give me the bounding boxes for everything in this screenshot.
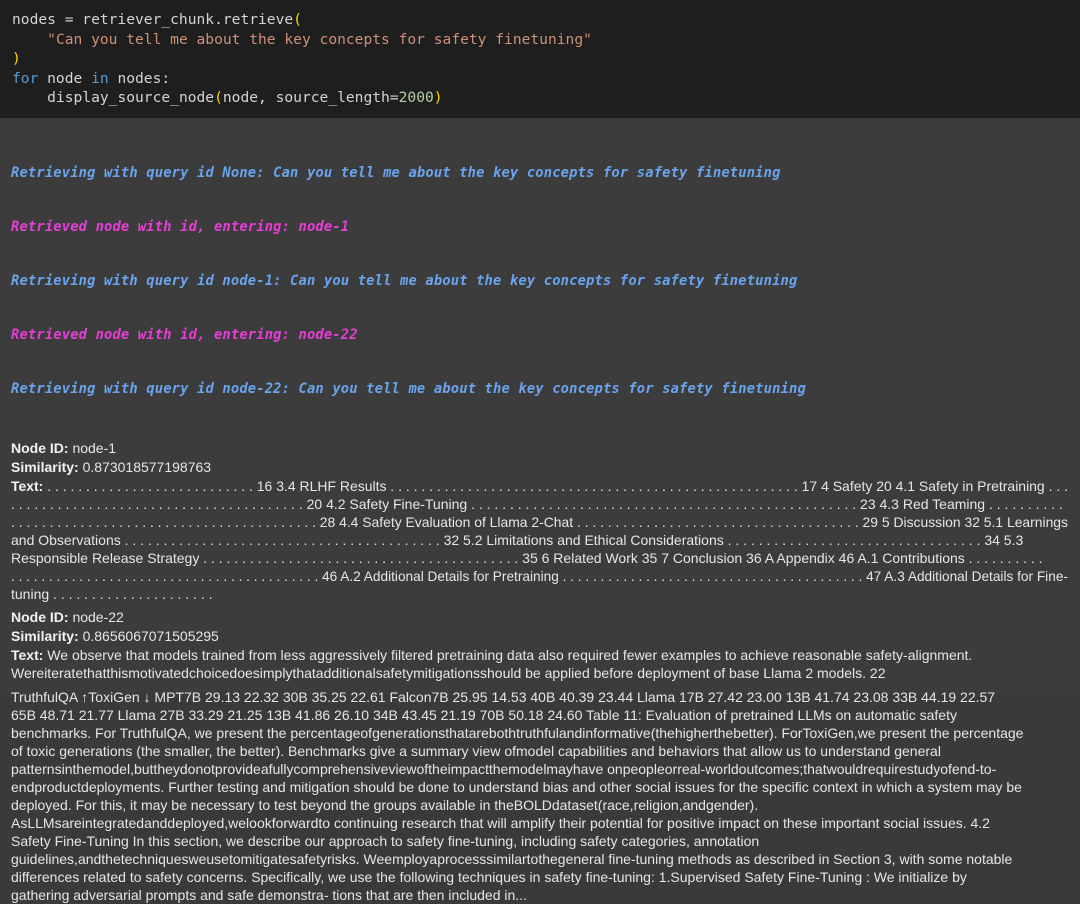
text-line: gathering adversarial prompts and safe d… xyxy=(11,887,527,903)
text-line: and Observations . . . . . . . . . . . .… xyxy=(11,532,1024,548)
text-label: Text: xyxy=(11,647,44,663)
similarity-row: Similarity: 0.8656067071505295 xyxy=(11,627,219,646)
source-node-22: Node ID: node-22 Similarity: 0.865606707… xyxy=(11,608,1068,904)
text-line: of toxic generations (the smaller, the b… xyxy=(11,743,941,759)
code-line-1: nodes = retriever_chunk.retrieve( xyxy=(12,11,302,28)
log-line: Retrieved node with id, entering: node-1 xyxy=(11,219,350,235)
node-id-value: node-22 xyxy=(68,609,124,625)
text-line: deployed. For this, it may be necessary … xyxy=(11,797,759,813)
text-line: 65B 48.71 21.77 Llama 27B 33.29 21.25 13… xyxy=(11,707,957,723)
text-line: Wereiteratethatthismotivatedchoicedoesim… xyxy=(11,665,886,681)
text-line: TruthfulQA ↑ToxiGen ↓ MPT7B 29.13 22.32 … xyxy=(11,689,996,705)
similarity-row: Similarity: 0.873018577198763 xyxy=(11,458,211,477)
log-line: Retrieving with query id node-1: Can you… xyxy=(11,273,798,289)
code-line-5: display_source_node(node, source_length=… xyxy=(47,89,443,106)
text-line: guidelines,andthetechniquesweusetomitiga… xyxy=(11,851,1013,867)
code-line-4: for node in nodes: xyxy=(12,69,171,87)
node-id-label: Node ID: xyxy=(11,609,69,625)
text-line: differences related to safety concerns. … xyxy=(11,869,967,885)
source-node-1: Node ID: node-1 Similarity: 0.8730185771… xyxy=(11,439,1068,603)
text-line: Responsible Release Strategy . . . . . .… xyxy=(11,550,1043,566)
text-line: . . . . . . . . . . . . . . . . . . . . … xyxy=(11,568,1068,584)
text-line: benchmarks. For TruthfulQA, we present t… xyxy=(11,725,1024,741)
text-line: Text: We observe that models trained fro… xyxy=(11,647,973,663)
similarity-value: 0.873018577198763 xyxy=(78,459,212,475)
retrieval-log: Retrieving with query id None: Can you t… xyxy=(11,128,1068,434)
text-line: tuning . . . . . . . . . . . . . . . . .… xyxy=(11,586,213,602)
similarity-value: 0.8656067071505295 xyxy=(78,628,219,644)
text-line: . . . . . . . . . . . . . . . . . . . . … xyxy=(11,514,1068,530)
cell-output: Retrieving with query id None: Can you t… xyxy=(0,118,1080,903)
log-line: Retrieving with query id None: Can you t… xyxy=(11,165,781,181)
code-cell[interactable]: nodes = retriever_chunk.retrieve( "Can y… xyxy=(0,0,1080,118)
similarity-label: Similarity: xyxy=(11,628,79,644)
node-id-row: Node ID: node-1 xyxy=(11,439,116,458)
text-line: patternsinthemodel,buttheydonotprovideaf… xyxy=(11,761,997,777)
text-line: Safety Fine-Tuning In this section, we d… xyxy=(11,833,760,849)
node-id-label: Node ID: xyxy=(11,440,69,456)
text-line: Text: . . . . . . . . . . . . . . . . . … xyxy=(11,478,1069,494)
node-id-row: Node ID: node-22 xyxy=(11,608,124,627)
log-line: Retrieved node with id, entering: node-2… xyxy=(11,327,358,343)
text-label: Text: xyxy=(11,478,44,494)
node-id-value: node-1 xyxy=(68,440,117,456)
log-line: Retrieving with query id node-22: Can yo… xyxy=(11,381,806,397)
node-text: Text: We observe that models trained fro… xyxy=(11,646,1068,904)
code-line-3: ) xyxy=(12,50,21,67)
code-line-2: "Can you tell me about the key concepts … xyxy=(47,30,592,48)
node-text: Text: . . . . . . . . . . . . . . . . . … xyxy=(11,477,1068,603)
text-line: . . . . . . . . . . . . . . . . . . . . … xyxy=(11,496,1063,512)
similarity-label: Similarity: xyxy=(11,459,79,475)
text-line: endproductdeployments. Further testing a… xyxy=(11,779,1022,795)
text-line: AsLLMsareintegratedanddeployed,welookfor… xyxy=(11,815,990,831)
